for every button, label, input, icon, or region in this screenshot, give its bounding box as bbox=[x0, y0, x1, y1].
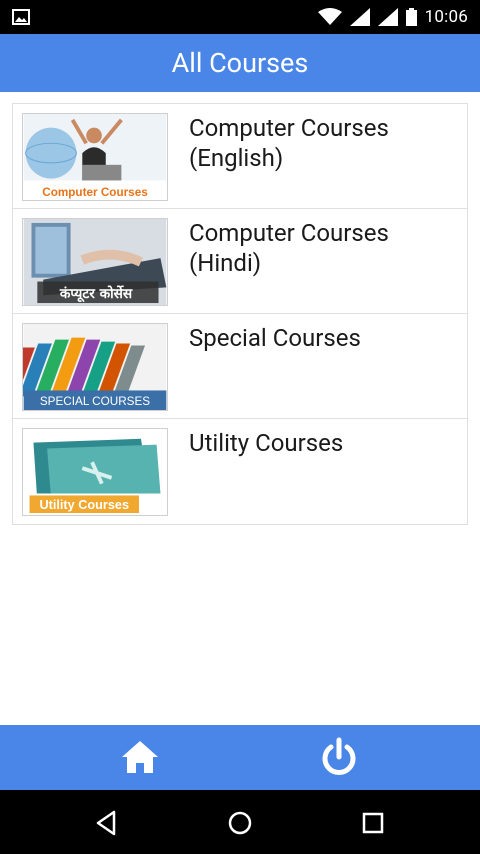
laptop-woman-image: Computer Courses bbox=[22, 113, 168, 201]
bottom-bar bbox=[0, 725, 480, 790]
signal-icon bbox=[377, 8, 398, 26]
books-image: SPECIAL COURSES bbox=[22, 323, 168, 411]
course-title: Computer Courses (Hindi) bbox=[189, 219, 389, 277]
recents-icon[interactable] bbox=[358, 808, 388, 838]
status-right: 10:06 bbox=[317, 0, 468, 34]
svg-text:Computer Courses: Computer Courses bbox=[42, 186, 148, 199]
course-title: Utility Courses bbox=[189, 429, 344, 457]
power-icon[interactable] bbox=[317, 735, 361, 779]
signal-icon bbox=[349, 8, 370, 26]
page-title: All Courses bbox=[171, 47, 309, 79]
back-icon[interactable] bbox=[92, 808, 122, 838]
app-bar: All Courses bbox=[0, 34, 480, 92]
keyboard-hands-image: कंप्यूटर कोर्सेस bbox=[22, 218, 168, 306]
svg-text:Utility Courses: Utility Courses bbox=[39, 498, 129, 512]
svg-text:SPECIAL COURSES: SPECIAL COURSES bbox=[40, 395, 150, 408]
battery-icon bbox=[405, 8, 417, 26]
status-time: 10:06 bbox=[424, 7, 468, 27]
course-item-computer-english[interactable]: Computer Courses Computer Courses (Engli… bbox=[13, 104, 467, 209]
tools-folder-image: Utility Courses bbox=[22, 428, 168, 516]
course-title: Special Courses bbox=[189, 324, 361, 352]
home-circle-icon[interactable] bbox=[225, 808, 255, 838]
course-item-special[interactable]: SPECIAL COURSES Special Courses bbox=[13, 314, 467, 419]
status-bar: 10:06 bbox=[0, 0, 480, 34]
course-item-utility[interactable]: Utility Courses Utility Courses bbox=[13, 419, 467, 524]
wifi-icon bbox=[317, 8, 342, 25]
course-title: Computer Courses (English) bbox=[189, 114, 389, 172]
image-icon bbox=[12, 9, 30, 25]
course-list: Computer Courses Computer Courses (Engli… bbox=[12, 103, 468, 525]
svg-text:कंप्यूटर कोर्सेस: कंप्यूटर कोर्सेस bbox=[59, 285, 133, 303]
home-icon[interactable] bbox=[118, 735, 162, 779]
course-item-computer-hindi[interactable]: कंप्यूटर कोर्सेस Computer Courses (Hindi… bbox=[13, 209, 467, 314]
nav-bar bbox=[0, 790, 480, 854]
